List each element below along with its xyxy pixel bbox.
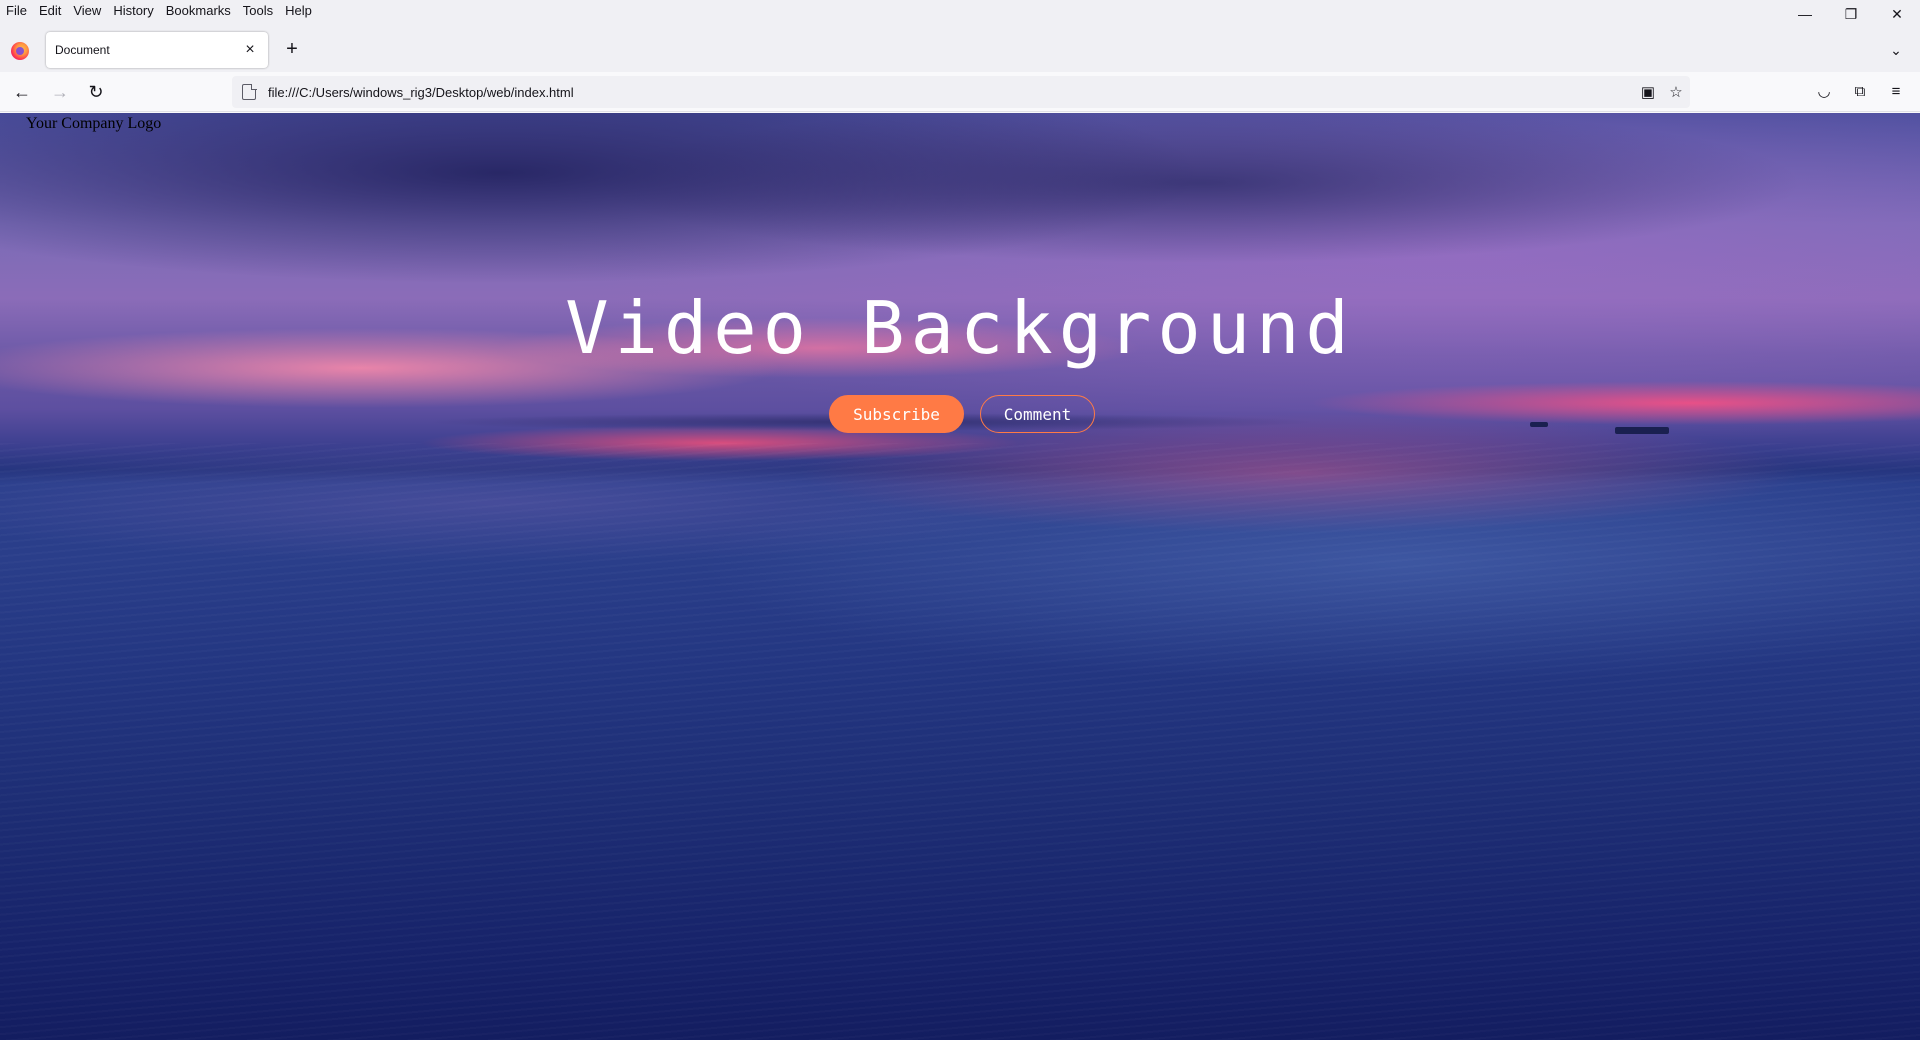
bookmark-star-icon[interactable]: ☆	[1662, 83, 1690, 101]
tab-bar: Document × + ⌄	[0, 22, 1920, 72]
menu-history[interactable]: History	[107, 1, 159, 21]
menu-bookmarks[interactable]: Bookmarks	[160, 1, 237, 21]
subscribe-button[interactable]: Subscribe	[829, 395, 964, 433]
toolbar-right: ◡ ⧉ ≡	[1806, 80, 1914, 104]
tab-title: Document	[55, 43, 110, 57]
tab-close-icon[interactable]: ×	[238, 41, 262, 59]
menu-help[interactable]: Help	[279, 1, 318, 21]
page-viewport: Your Company Logo Video Background Subsc…	[0, 113, 1920, 1040]
tab-document[interactable]: Document ×	[46, 32, 268, 68]
menu-bar: File Edit View History Bookmarks Tools H…	[0, 0, 1920, 22]
hero-title: Video Background	[565, 286, 1355, 370]
url-bar[interactable]: file:///C:/Users/windows_rig3/Desktop/we…	[232, 76, 1690, 108]
menu-edit[interactable]: Edit	[33, 1, 67, 21]
picture-in-picture-icon[interactable]: ▣	[1634, 83, 1662, 101]
tab-list-chevron-icon[interactable]: ⌄	[1884, 38, 1908, 62]
menu-file[interactable]: File	[0, 1, 33, 21]
firefox-logo-icon	[11, 42, 29, 60]
company-logo[interactable]: Your Company Logo	[26, 115, 161, 133]
hero-buttons: Subscribe Comment	[0, 395, 1920, 433]
reload-icon[interactable]: ↻	[84, 80, 108, 104]
menu-view[interactable]: View	[67, 1, 107, 21]
app-menu-icon[interactable]: ≡	[1878, 80, 1914, 104]
hero-section: Video Background Subscribe Comment	[0, 283, 1920, 433]
background-video-water	[0, 443, 1920, 1040]
navigation-bar: ← → ↻ file:///C:/Users/windows_rig3/Desk…	[0, 72, 1920, 112]
url-text[interactable]: file:///C:/Users/windows_rig3/Desktop/we…	[268, 85, 1634, 100]
back-arrow-icon[interactable]: ←	[10, 80, 34, 104]
new-tab-icon[interactable]: +	[280, 38, 304, 62]
menu-tools[interactable]: Tools	[237, 1, 279, 21]
extensions-icon[interactable]: ⧉	[1842, 80, 1878, 104]
page-icon	[242, 83, 257, 100]
comment-button[interactable]: Comment	[980, 395, 1095, 433]
forward-arrow-icon[interactable]: →	[48, 80, 72, 104]
pocket-icon[interactable]: ◡	[1806, 80, 1842, 104]
